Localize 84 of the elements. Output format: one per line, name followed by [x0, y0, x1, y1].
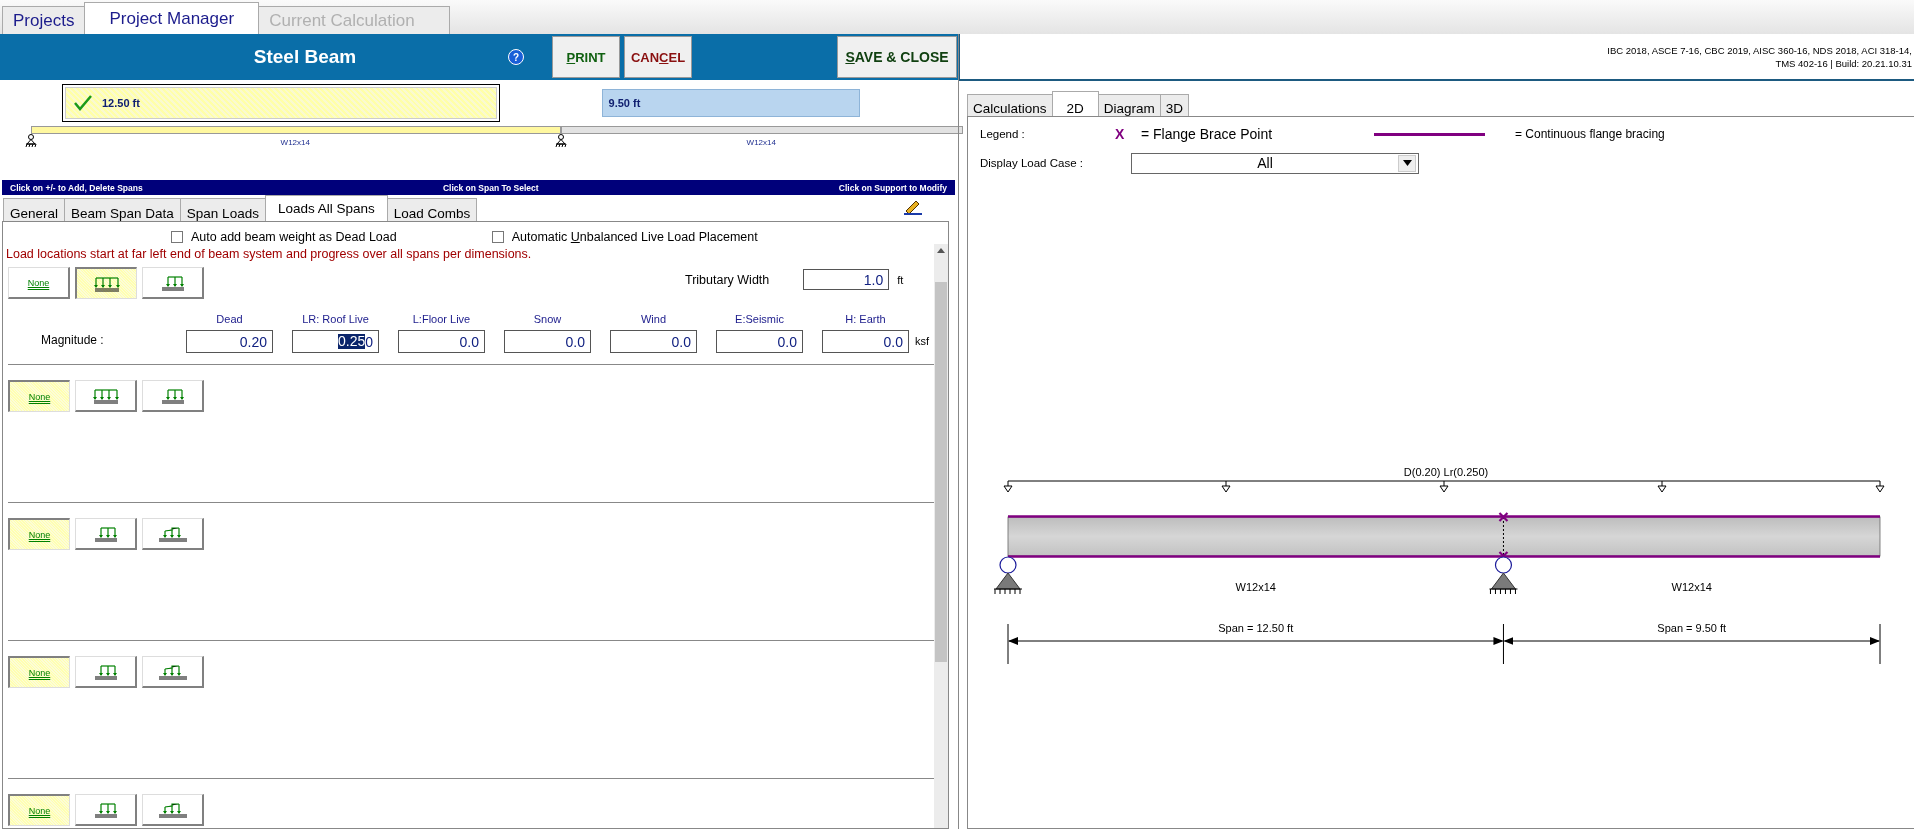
section-label: W12x14 [1235, 581, 1276, 593]
hint-text: Click on Support to Modify [838, 182, 947, 193]
tab[interactable]: 2D [1051, 91, 1099, 116]
dimension-label: Span = 9.50 ft [1657, 622, 1727, 634]
load-location-note: Load locations start at far left end of beam system and progress over all spans per dimensions. [6, 247, 532, 261]
tributary-width-label: Tributary Width [685, 272, 770, 287]
magnitude-field[interactable]: 0.0 [716, 330, 803, 353]
brace-symbol: X [1115, 126, 1126, 142]
magnitude-label: Magnitude : [41, 333, 105, 349]
partial-load-icon [160, 387, 185, 404]
load-case-dropdown[interactable]: All [1131, 152, 1419, 174]
none-load-button[interactable]: None [8, 656, 70, 688]
support-icon[interactable] [553, 134, 568, 150]
none-load-button[interactable]: None [8, 794, 70, 826]
cancel-button[interactable]: CANCEL [624, 36, 692, 78]
none-load-button[interactable]: None [8, 518, 70, 550]
partial-load-icon [93, 801, 118, 818]
checkbox[interactable] [491, 231, 504, 243]
module-title: Steel Beam [252, 46, 358, 68]
span-length: 12.50 ft [102, 97, 140, 109]
save-close-button[interactable]: SAVE & CLOSE [837, 36, 957, 78]
legend-text: = Continuous flange bracing [1515, 127, 1665, 141]
partial-load-icon [160, 274, 185, 291]
checkbox-label[interactable]: Auto add beam weight as Dead Load [191, 230, 397, 244]
scrollbar[interactable] [934, 244, 948, 828]
span-selector[interactable]: 9.50 ft [601, 89, 860, 117]
load-case-label: E:Seismic [735, 313, 784, 325]
partial-load-icon [93, 663, 118, 680]
checkbox-label[interactable]: Automatic Unbalanced Live Load Placement [511, 230, 758, 244]
legend-text: = Flange Brace Point [1141, 126, 1274, 142]
varying-load-icon [157, 525, 188, 542]
tab[interactable]: General [3, 198, 66, 221]
help-icon[interactable]: ? [508, 49, 524, 65]
tab[interactable]: Beam Span Data [64, 198, 181, 221]
magnitude-field[interactable]: 0.0 [504, 330, 591, 353]
pencil-icon[interactable] [904, 199, 922, 215]
magnitude-field[interactable]: 0.0 [398, 330, 485, 353]
hint-text: Click on Span To Select [442, 182, 539, 193]
support-icon[interactable] [24, 134, 38, 150]
tab[interactable]: Load Combs [386, 198, 478, 221]
support-icon[interactable] [1488, 556, 1518, 595]
code-info-text: TMS 402-16 | Build: 20.21.10.31 [1775, 56, 1912, 70]
code-info-text: IBC 2018, ASCE 7-16, CBC 2019, AISC 360-16, NDS 2018, ACI 318-14, [1607, 43, 1912, 57]
varying-load-icon [157, 663, 188, 680]
legend-label: Legend : [980, 128, 1026, 140]
load-case-label: LR: Roof Live [302, 313, 369, 325]
app-tab[interactable]: Project Manager [84, 2, 260, 34]
tab[interactable]: Span Loads [179, 198, 266, 221]
varying-load-icon [157, 801, 188, 818]
app-tab[interactable]: Projects [2, 6, 86, 34]
uniform-load-icon [92, 275, 121, 292]
load-case-label: H: Earth [845, 313, 886, 325]
scroll-up-arrow-icon[interactable] [937, 248, 945, 253]
magnitude-field[interactable]: 0.0 [822, 330, 909, 353]
load-case-label: Display Load Case : [980, 157, 1084, 169]
load-case-label: L:Floor Live [412, 313, 471, 325]
magnitude-field[interactable]: 0.0 [610, 330, 697, 353]
support-icon[interactable] [993, 556, 1023, 595]
check-icon [74, 95, 92, 111]
load-case-label: Snow [533, 313, 562, 325]
tab[interactable]: Calculations [967, 94, 1053, 116]
unit-label: ksf [915, 335, 930, 349]
tributary-width-field[interactable]: 1.0 [803, 269, 890, 290]
load-type-button[interactable] [75, 267, 137, 299]
load-label: D(0.20) Lr(0.250) [1403, 466, 1489, 478]
section-label: W12x14 [745, 137, 777, 149]
none-load-button[interactable]: None [8, 380, 70, 412]
section-label: W12x14 [1671, 581, 1712, 593]
dimension-label: Span = 12.50 ft [1218, 622, 1294, 634]
partial-load-icon [93, 525, 118, 542]
span-selector[interactable]: 12.50 ft [62, 84, 500, 122]
uniform-load-icon [91, 387, 120, 404]
hint-text: Click on +/- to Add, Delete Spans [10, 182, 143, 193]
checkbox[interactable] [171, 231, 183, 243]
section-label: W12x14 [279, 137, 311, 149]
load-case-label: Dead [216, 313, 243, 325]
magnitude-field[interactable]: 0.20 [186, 330, 273, 353]
unit-label: ft [897, 273, 904, 286]
tab[interactable]: Diagram [1097, 94, 1161, 116]
tab[interactable]: 3D [1159, 94, 1190, 116]
none-load-button[interactable]: None [8, 267, 70, 299]
print-button[interactable]: PRINT [552, 36, 620, 78]
load-case-label: Wind [640, 313, 667, 325]
dropdown-arrow-icon[interactable] [1402, 160, 1412, 166]
